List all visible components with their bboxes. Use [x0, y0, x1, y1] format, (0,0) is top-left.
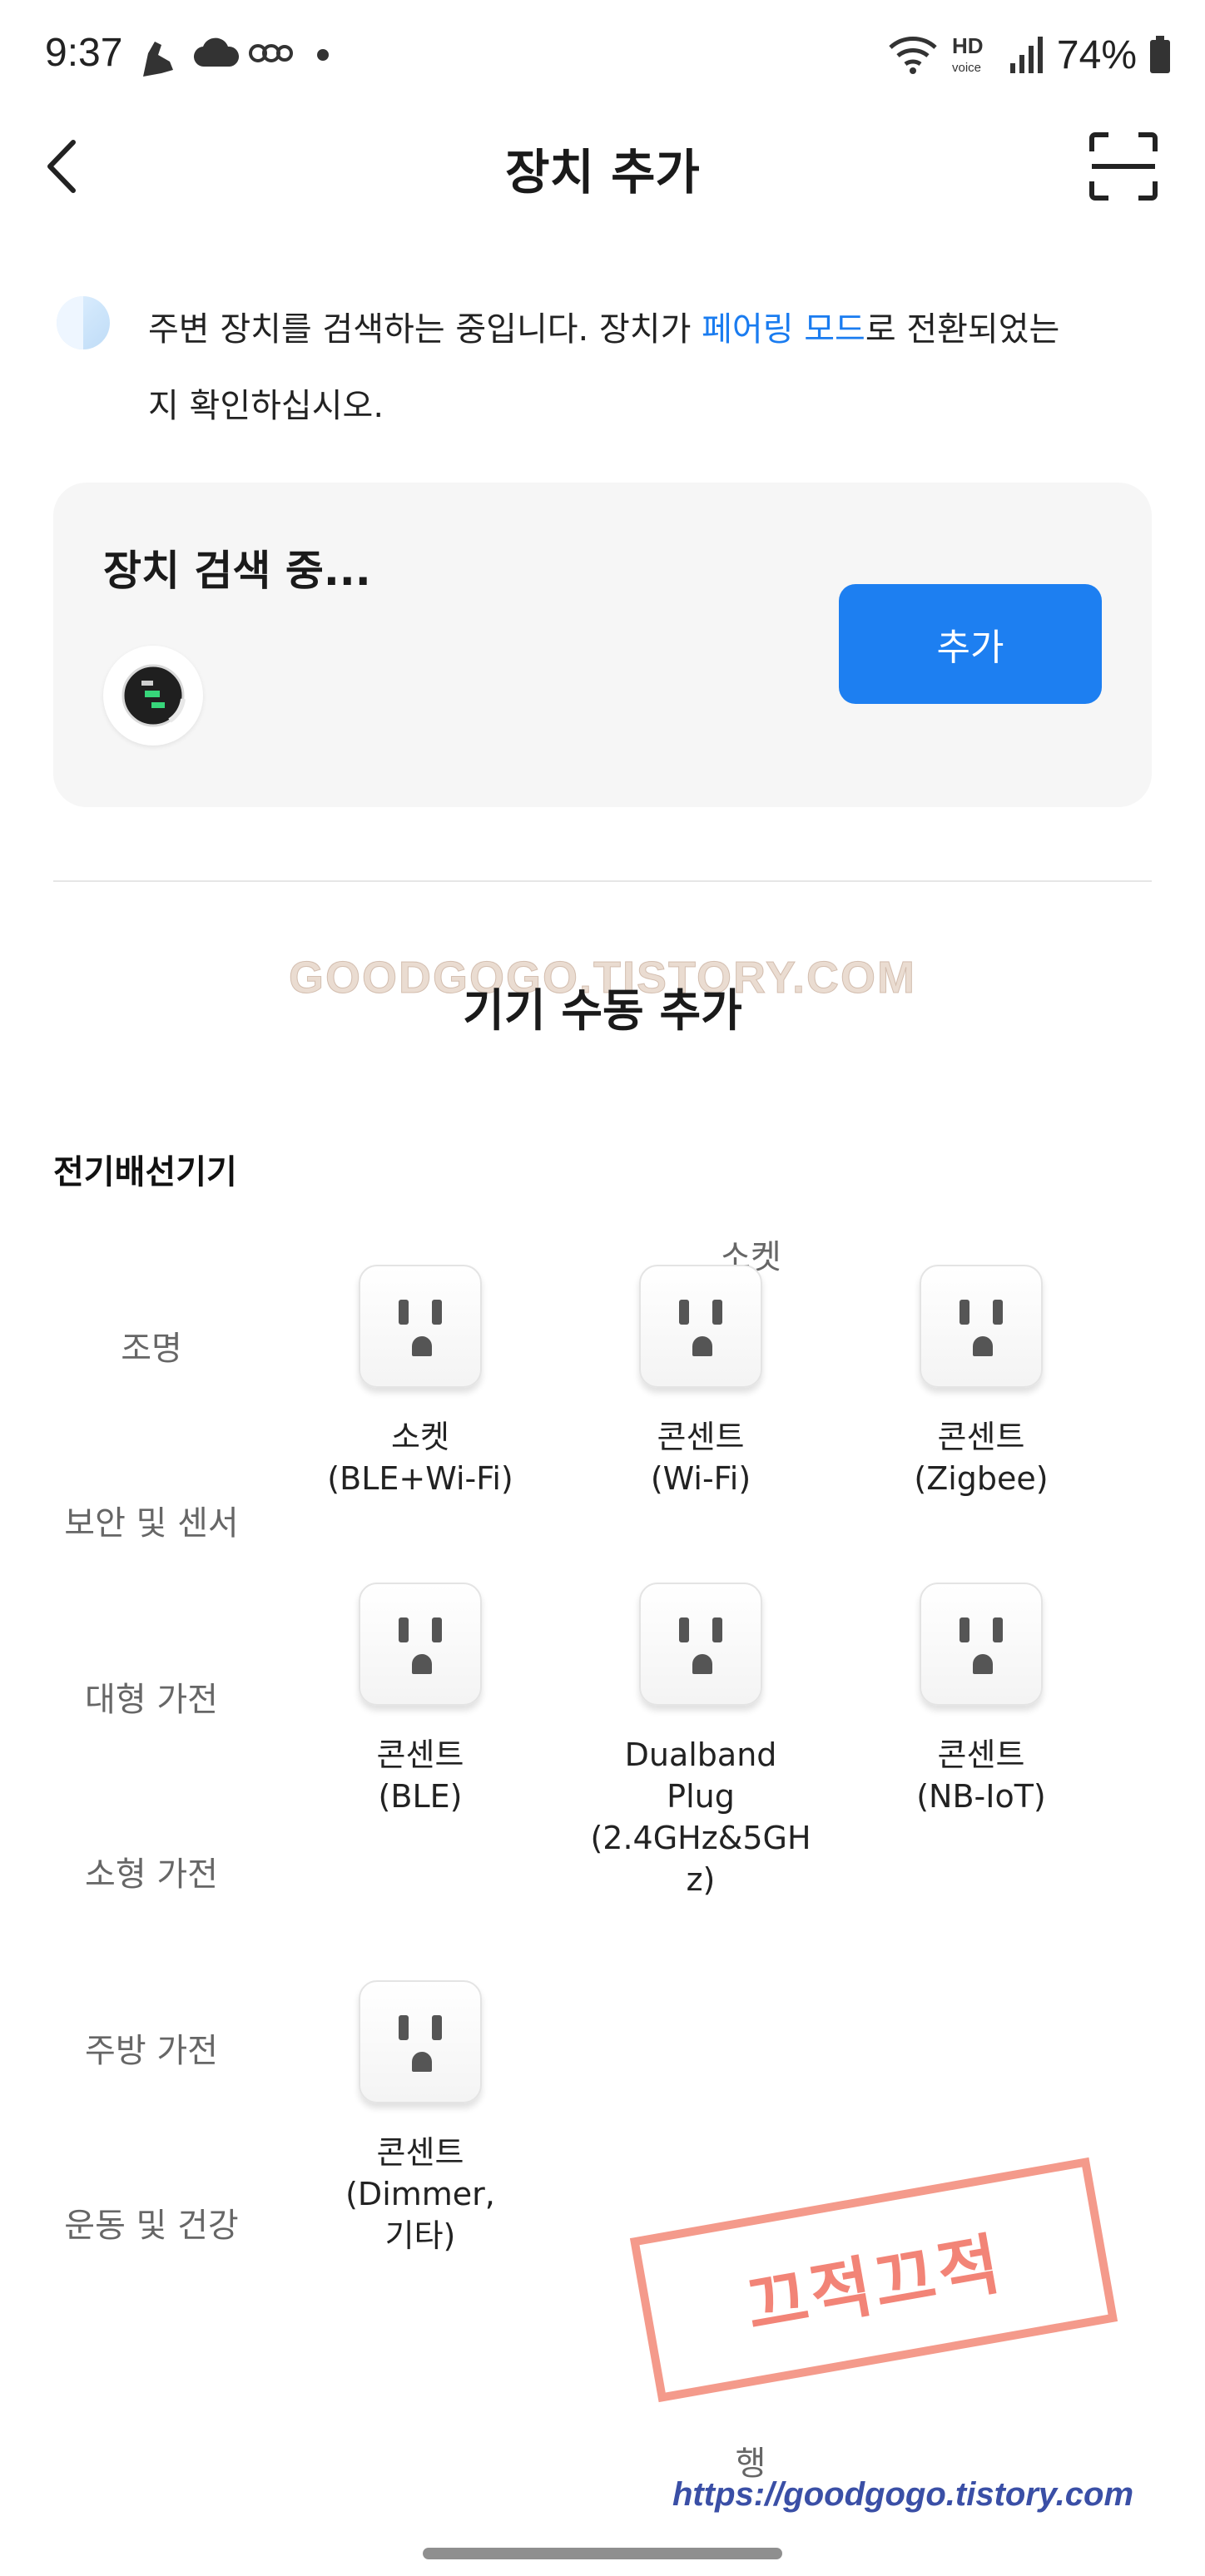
device-item[interactable]: 콘센트 (Wi-Fi) [563, 1265, 838, 1499]
device-search-card: 장치 검색 중... 추가 [53, 483, 1152, 807]
signal-icon [1009, 37, 1043, 73]
notice-text: 주변 장치를 검색하는 중입니다. 장치가 페어링 모드로 전환되었는지 확인하… [148, 291, 1064, 444]
plug-icon [639, 1265, 762, 1388]
battery-icon [1150, 36, 1170, 73]
device-label: 콘센트 (Zigbee) [914, 1419, 1049, 1497]
status-right: HD voice 74% [887, 30, 1172, 80]
category-security-sensor[interactable]: 보안 및 센서 [0, 1496, 303, 1544]
scan-button[interactable] [1088, 131, 1158, 201]
plug-icon [920, 1265, 1043, 1388]
device-item[interactable]: Dualband Plug (2.4GHz&5GH z) [563, 1583, 838, 1900]
device-label: Dualband Plug (2.4GHz&5GH z) [590, 1736, 811, 1898]
scan-icon [1089, 132, 1158, 201]
wifi-icon [889, 37, 937, 74]
device-label: 콘센트 (NB-IoT) [916, 1736, 1046, 1815]
app-badge-icon [249, 44, 293, 62]
notice-text-before: 주변 장치를 검색하는 중입니다. 장치가 [148, 310, 702, 349]
section-divider [53, 880, 1152, 882]
device-label: 콘센트 (Dimmer, 기타) [345, 2134, 495, 2254]
found-device-thumbnail[interactable] [103, 646, 203, 746]
stamp-text: 끄적끄적 [741, 2224, 1009, 2346]
manual-add-title: 기기 수동 추가 [463, 984, 742, 1037]
stamp-watermark: 끄적끄적 [629, 2157, 1118, 2403]
loading-spinner-icon [57, 296, 110, 349]
add-button[interactable]: 추가 [839, 584, 1102, 704]
svg-text:HD: HD [952, 33, 984, 58]
plug-icon [920, 1583, 1043, 1706]
plug-icon [359, 1980, 482, 2103]
category-small-appliance[interactable]: 소형 가전 [0, 1847, 303, 1895]
dot-icon [317, 49, 329, 61]
device-item[interactable]: 콘센트 (NB-IoT) [844, 1583, 1118, 1817]
device-item[interactable]: 콘센트 (Dimmer, 기타) [283, 1980, 558, 2256]
plug-icon [359, 1265, 482, 1388]
device-label: 소켓 (BLE+Wi-Fi) [327, 1419, 513, 1497]
home-indicator[interactable] [423, 2548, 782, 2559]
page-title: 장치 추가 [505, 144, 700, 201]
device-label: 콘센트 (BLE) [376, 1736, 464, 1815]
device-item[interactable]: 콘센트 (BLE) [283, 1583, 558, 1817]
plug-icon [639, 1583, 762, 1706]
battery-percentage: 74% [1056, 32, 1137, 77]
svg-text:voice: voice [952, 61, 981, 75]
url-watermark: https://goodgogo.tistory.com [672, 2476, 1134, 2513]
device-item[interactable]: 콘센트 (Zigbee) [844, 1265, 1118, 1499]
plug-icon [359, 1583, 482, 1706]
hd-voice-icon: HD voice [952, 33, 984, 75]
device-item[interactable]: 소켓 (BLE+Wi-Fi) [283, 1265, 558, 1499]
category-fitness-health[interactable]: 운동 및 건강 [0, 2198, 303, 2247]
category-electrical[interactable]: 전기배선기기 [53, 1145, 237, 1193]
thermo-hygrometer-icon [121, 664, 186, 727]
search-card-title: 장치 검색 중... [103, 547, 371, 595]
device-label: 콘센트 (Wi-Fi) [650, 1419, 751, 1497]
category-large-appliance[interactable]: 대형 가전 [0, 1672, 303, 1721]
status-time: 9:37 [45, 31, 123, 75]
category-lighting[interactable]: 조명 [0, 1321, 303, 1370]
shoe-icon [143, 42, 173, 77]
status-bar: 9:37 HD voice 74% [0, 0, 1205, 108]
pairing-mode-link[interactable]: 페어링 모드 [702, 310, 865, 349]
category-kitchen-appliance[interactable]: 주방 가전 [0, 2024, 303, 2072]
cloud-icon [193, 37, 240, 67]
